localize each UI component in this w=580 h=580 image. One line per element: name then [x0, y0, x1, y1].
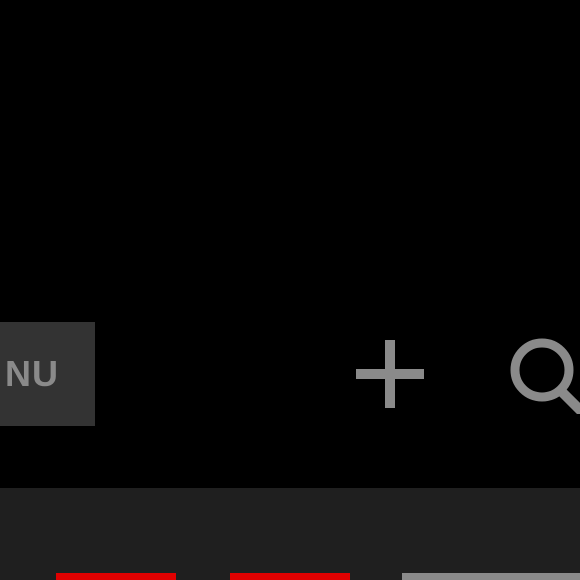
search-icon — [506, 334, 580, 414]
category-tab-3[interactable] — [402, 560, 580, 580]
app-screen: NU — [0, 0, 580, 580]
category-tab-2[interactable] — [230, 560, 350, 580]
category-tab-1[interactable] — [56, 560, 176, 580]
plus-icon — [352, 336, 428, 412]
category-tab-bar — [0, 488, 580, 580]
menu-button[interactable]: NU — [0, 322, 95, 426]
search-button[interactable] — [506, 334, 580, 414]
add-button[interactable] — [352, 336, 428, 412]
top-navigation-bar: NU — [0, 0, 580, 488]
menu-button-label: NU — [5, 353, 59, 394]
